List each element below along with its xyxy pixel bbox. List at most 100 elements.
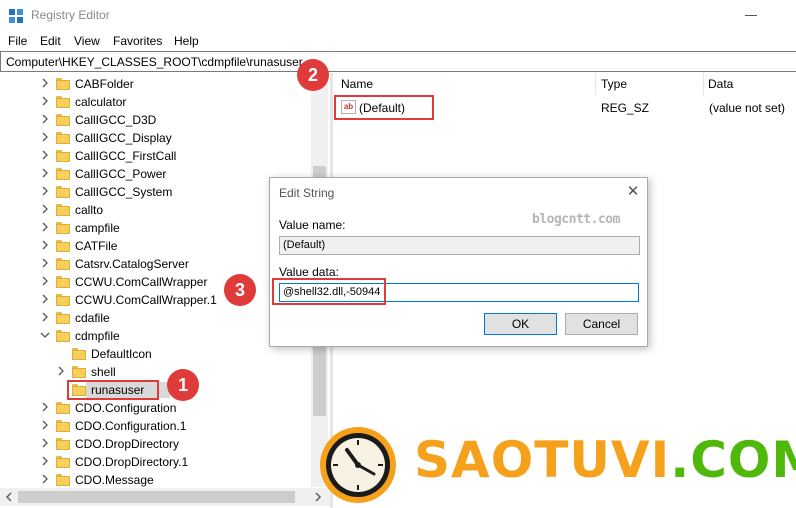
folder-icon [56,132,70,144]
chevron-right-icon[interactable] [40,203,50,215]
callout-number-2: 2 [297,59,329,91]
folder-icon [56,222,70,234]
tree-item[interactable]: Catsrv.CatalogServer [0,255,310,273]
menu-file[interactable]: File [8,34,27,48]
chevron-right-icon[interactable] [40,131,50,143]
tree-item[interactable]: CCWU.ComCallWrapper [0,273,310,291]
chevron-right-icon[interactable] [40,401,50,413]
chevron-right-icon[interactable] [40,167,50,179]
tree-item-label: calculator [75,95,127,109]
tree-item[interactable]: calculator [0,93,310,111]
folder-icon [56,438,70,450]
folder-icon [56,456,70,468]
tree-item[interactable]: DefaultIcon [0,345,310,363]
folder-icon [56,402,70,414]
tree-item-label: CCWU.ComCallWrapper.1 [75,293,217,307]
value-row-data: (value not set) [709,101,786,115]
tree-item[interactable]: CABFolder [0,75,310,93]
tree-item[interactable]: CDO.Configuration.1 [0,417,310,435]
callout-number-3: 3 [224,274,256,306]
chevron-right-icon[interactable] [40,185,50,197]
ok-button[interactable]: OK [484,313,557,335]
tree-item[interactable]: CallIGCC_Display [0,129,310,147]
minimize-button[interactable] [745,15,757,16]
tree-item[interactable]: CCWU.ComCallWrapper.1 [0,291,310,309]
close-icon[interactable]: ✕ [623,182,643,202]
tree-item-label: callto [75,203,104,217]
chevron-down-icon[interactable] [40,329,50,341]
folder-icon [56,330,70,342]
menu-favorites[interactable]: Favorites [113,34,162,48]
tree-horizontal-scroll-thumb[interactable] [18,491,295,503]
tree-item-label: CallIGCC_Display [75,131,172,145]
tree-item[interactable]: shell [0,363,310,381]
tree-item[interactable]: CallIGCC_System [0,183,310,201]
chevron-right-icon[interactable] [40,149,50,161]
tree-item[interactable]: CDO.Message [0,471,310,489]
clock-logo-icon [320,427,396,503]
chevron-right-icon[interactable] [40,293,50,305]
menu-edit[interactable]: Edit [40,34,61,48]
cancel-button[interactable]: Cancel [565,313,638,335]
tree-item-label: cdafile [75,311,110,325]
address-bar[interactable]: Computer\HKEY_CLASSES_ROOT\cdmpfile\runa… [0,51,796,72]
tree-item[interactable]: CDO.Configuration [0,399,310,417]
column-separator[interactable] [703,73,704,95]
chevron-right-icon[interactable] [40,437,50,449]
address-path: Computer\HKEY_CLASSES_ROOT\cdmpfile\runa… [6,55,303,69]
tree-item[interactable]: callto [0,201,310,219]
chevron-right-icon[interactable] [40,95,50,107]
column-header-name[interactable]: Name [341,77,373,91]
chevron-right-icon[interactable] [56,365,66,377]
tree-item[interactable]: cdafile [0,309,310,327]
folder-icon [56,312,70,324]
chevron-right-icon[interactable] [40,275,50,287]
folder-icon [56,474,70,486]
tree-item[interactable]: CallIGCC_D3D [0,111,310,129]
chevron-right-icon[interactable] [40,419,50,431]
brand-text-orange: SAOTUVI [414,431,671,489]
chevron-right-icon[interactable] [40,77,50,89]
tree-item-label: CDO.Message [75,473,154,487]
callout-box-default [334,95,434,120]
menu-help[interactable]: Help [174,34,199,48]
chevron-right-icon[interactable] [40,473,50,485]
edit-string-dialog: Edit String ✕ blogcntt.com Value name: (… [269,177,648,347]
tree-item-label: CallIGCC_FirstCall [75,149,177,163]
chevron-right-icon[interactable] [40,257,50,269]
tree-item[interactable]: CATFile [0,237,310,255]
chevron-right-icon[interactable] [40,113,50,125]
tree-item-label: CallIGCC_D3D [75,113,157,127]
column-separator[interactable] [595,73,596,95]
folder-icon [56,204,70,216]
chevron-right-icon[interactable] [40,239,50,251]
folder-icon [72,348,86,360]
callout-number-1: 1 [167,369,199,401]
tree-item[interactable]: CallIGCC_Power [0,165,310,183]
tree-item[interactable]: CallIGCC_FirstCall [0,147,310,165]
tree-item-label: DefaultIcon [91,347,152,361]
tree-item-label: CDO.Configuration.1 [75,419,187,433]
folder-icon [56,186,70,198]
chevron-right-icon[interactable] [40,311,50,323]
tree-item-label: CDO.Configuration [75,401,177,415]
tree-item[interactable]: cdmpfile [0,327,310,345]
column-header-type[interactable]: Type [601,77,627,91]
chevron-right-icon[interactable] [40,455,50,467]
value-name-field: (Default) [279,236,640,255]
tree-item[interactable]: CDO.DropDirectory.1 [0,453,310,471]
brand-text-green: .COM [670,431,796,489]
tree-item-label: CATFile [75,239,118,253]
tree-item[interactable]: CDO.DropDirectory [0,435,310,453]
tree-item[interactable]: campfile [0,219,310,237]
tree-item-label: CallIGCC_System [75,185,173,199]
scroll-left-arrow-icon[interactable] [5,492,13,502]
folder-icon [56,294,70,306]
folder-icon [56,420,70,432]
column-header-data[interactable]: Data [708,77,733,91]
chevron-right-icon[interactable] [40,221,50,233]
callout-box-runasuser [67,380,159,400]
tree-item-label: Catsrv.CatalogServer [75,257,189,271]
folder-icon [56,168,70,180]
menu-view[interactable]: View [74,34,100,48]
